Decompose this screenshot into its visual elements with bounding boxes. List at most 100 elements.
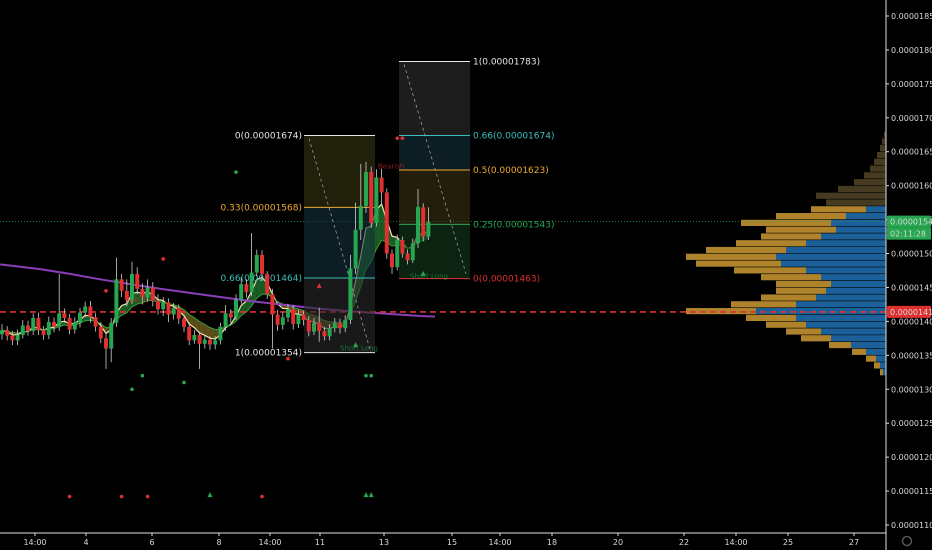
time-tick-label: 25	[783, 538, 793, 547]
candle-body	[171, 307, 176, 315]
volume-bar-blue	[836, 226, 886, 233]
candle-body	[104, 338, 108, 349]
candle-body	[265, 273, 270, 295]
volume-bar-blue	[831, 335, 886, 342]
candle-body	[197, 334, 202, 344]
time-tick-label: 22	[679, 538, 689, 547]
candle-body	[390, 253, 394, 268]
candle-body	[78, 312, 82, 323]
candle-body	[114, 279, 119, 323]
candle-body	[254, 254, 259, 273]
price-tick-label: 0.00001600	[891, 182, 932, 191]
candle-body	[291, 309, 296, 325]
price-tick-label: 0.00001250	[891, 419, 932, 428]
price-tick-label: 0.00001200	[891, 453, 932, 462]
volume-bar-gold	[866, 355, 876, 362]
signal-dot	[161, 257, 165, 261]
candle-body	[421, 207, 426, 237]
candle-body	[156, 301, 160, 310]
fib-right-label: 0(0.00001463)	[473, 275, 540, 285]
candle-body	[416, 207, 420, 244]
candle-body	[150, 287, 155, 302]
price-badge-label: 0.00001547	[890, 218, 932, 227]
volume-bar-gold	[776, 213, 846, 220]
candle-body	[109, 322, 114, 349]
fib-right-label: 0.66(0.00001674)	[473, 131, 554, 141]
volume-bar-gold	[731, 301, 796, 308]
candle-body	[353, 229, 358, 269]
candle-body	[348, 268, 353, 321]
candle-body	[46, 322, 51, 335]
price-axis[interactable]: 0.00001850 0.00001800 0.00001750 0.00001700…	[885, 0, 932, 550]
volume-bar-blue	[826, 287, 886, 294]
candle-body	[202, 339, 207, 344]
price-tick-label: 0.00001300	[891, 385, 932, 394]
candle-body	[395, 239, 400, 268]
volume-bar-gold	[761, 233, 821, 240]
volume-bar-gold	[864, 172, 886, 179]
candle-body	[374, 177, 379, 223]
fib-left-label: 0(0.00001674)	[235, 131, 302, 141]
candle-body	[301, 314, 306, 321]
candle-body	[0, 330, 4, 335]
faint-annotation: Bullish	[125, 296, 148, 304]
volume-bar-blue	[846, 213, 886, 220]
candle-body	[72, 322, 77, 330]
candle-body	[218, 326, 223, 341]
volume-bar-blue	[821, 274, 886, 281]
time-tick-label: 14:00	[258, 538, 281, 547]
signal-dot	[369, 373, 374, 378]
time-tick-label: 11	[315, 538, 325, 547]
candle-body	[275, 314, 280, 325]
candle-body	[405, 253, 410, 261]
volume-bar-blue	[796, 314, 886, 322]
candle-body	[26, 325, 30, 331]
volume-bar-gold	[696, 260, 781, 267]
candle-body	[234, 299, 238, 318]
candle-body	[187, 326, 192, 341]
chart-canvas: 0(0.00001674) 0.33(0.00001568) 0.66(0.0000…	[0, 0, 932, 550]
candle-body	[332, 322, 337, 329]
price-tick-label: 0.00001750	[891, 80, 932, 89]
candle-body	[244, 284, 249, 293]
candle-body	[312, 322, 316, 332]
signal-dot	[145, 494, 150, 499]
time-tick-label: 14:00	[724, 538, 747, 547]
volume-bar-blue	[776, 253, 886, 260]
volume-profile	[686, 131, 886, 376]
volume-bar-gold	[877, 151, 886, 159]
candle-body	[338, 322, 342, 329]
time-tick-label: 14:00	[488, 538, 511, 547]
candle-body	[249, 272, 254, 293]
volume-bar-gold	[826, 199, 886, 206]
volume-bar-gold	[874, 362, 880, 369]
volume-bar-gold	[801, 335, 831, 342]
volume-bar-blue	[851, 341, 886, 349]
time-axis[interactable]: 14:00 4 6 8 14:00 11 13 15 14:00 18 20 22 14:00 25 27	[0, 532, 913, 547]
candle-body	[52, 322, 56, 327]
signal-dot	[119, 494, 124, 499]
candle-body	[93, 317, 98, 327]
time-tick-label: 27	[849, 538, 859, 547]
candle-body	[10, 335, 15, 341]
volume-bar-blue	[816, 294, 886, 301]
time-tick-label: 18	[547, 538, 557, 547]
price-tick-label: 0.00001400	[891, 317, 932, 326]
signal-dot	[104, 289, 108, 293]
signal-dot	[286, 356, 290, 361]
candle-body	[296, 314, 301, 325]
signal-dot	[395, 136, 400, 140]
volume-bar-gold	[761, 294, 816, 301]
price-badge-label: 02:11:28	[890, 230, 926, 239]
price-tick-label: 0.00001150	[891, 487, 932, 496]
volume-bar-blue	[806, 240, 886, 247]
volume-bar-gold	[766, 226, 836, 233]
signal-dot	[67, 494, 72, 499]
candle-body	[166, 302, 171, 315]
time-tick-label: 6	[149, 538, 154, 547]
time-tick-label: 20	[613, 538, 623, 547]
candle-body	[379, 177, 384, 193]
volume-bar-gold	[870, 165, 886, 172]
time-tick-label: 13	[379, 538, 389, 547]
candle-body	[410, 243, 415, 261]
